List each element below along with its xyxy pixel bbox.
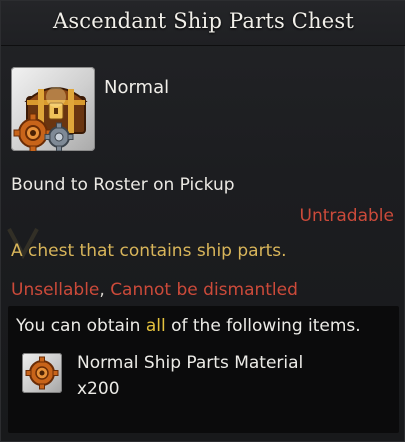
ship-parts-gear-icon[interactable] — [22, 353, 62, 393]
item-description: A chest that contains ship parts. — [11, 241, 287, 261]
title-divider — [1, 45, 405, 46]
item-tooltip: Ascendant Ship Parts Chest Normal Bound … — [0, 0, 405, 442]
restriction-separator: , — [99, 280, 111, 300]
dismantle-label: Cannot be dismantled — [110, 280, 298, 300]
item-title: Ascendant Ship Parts Chest — [52, 9, 355, 33]
unsellable-label: Unsellable — [11, 280, 100, 300]
reward-item-name: Normal Ship Parts Material — [77, 353, 304, 373]
reward-panel: You can obtain all of the following item… — [8, 306, 399, 433]
reward-intro-after: of the following items. — [165, 316, 361, 336]
chest-with-gears-icon — [11, 67, 95, 151]
bind-status: Bound to Roster on Pickup — [11, 175, 235, 195]
reward-intro-before: You can obtain — [16, 316, 146, 336]
item-grade: Normal — [104, 77, 170, 98]
reward-intro: You can obtain all of the following item… — [16, 316, 361, 336]
title-bar: Ascendant Ship Parts Chest — [1, 1, 405, 45]
trade-status: Untradable — [299, 206, 394, 226]
reward-intro-highlight: all — [145, 316, 166, 336]
item-restrictions: Unsellable, Cannot be dismantled — [11, 280, 298, 300]
reward-item-quantity: x200 — [77, 379, 120, 399]
